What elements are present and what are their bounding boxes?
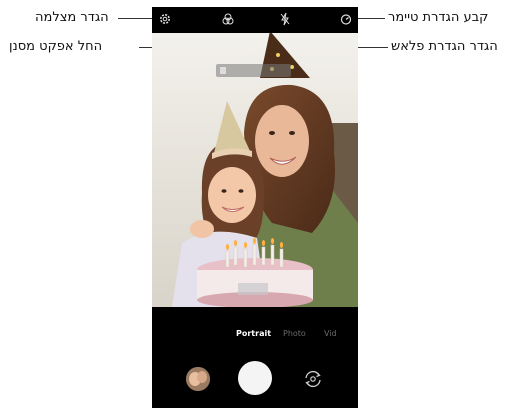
camera-screen: Portrait Photo Vid	[152, 7, 358, 408]
callout-timer: קבע הגדרת טיימר	[388, 10, 489, 25]
blurred-overlay-indicator	[216, 64, 291, 77]
switch-camera-icon[interactable]	[303, 369, 323, 389]
filter-icon[interactable]	[221, 12, 235, 26]
indicator-dot	[220, 67, 226, 74]
gear-icon[interactable]	[158, 12, 172, 26]
camera-controls: Portrait Photo Vid	[152, 307, 358, 408]
camera-viewfinder[interactable]	[152, 33, 358, 307]
flash-off-icon[interactable]	[278, 12, 292, 26]
shutter-button[interactable]	[238, 361, 272, 395]
gallery-thumbnail-image	[186, 367, 210, 391]
gallery-thumbnail[interactable]	[186, 367, 210, 391]
timer-icon[interactable]	[339, 12, 353, 26]
mode-portrait[interactable]: Portrait	[236, 329, 271, 338]
mode-photo[interactable]: Photo	[283, 329, 306, 338]
callout-flash: הגדר הגדרת פלאש	[391, 39, 498, 54]
mode-video[interactable]: Vid	[324, 329, 337, 338]
callout-camera-settings: הגדר מצלמה	[35, 10, 109, 25]
camera-top-bar	[152, 7, 358, 33]
callout-filter-effect: החל אפקט מסנן	[9, 39, 103, 54]
